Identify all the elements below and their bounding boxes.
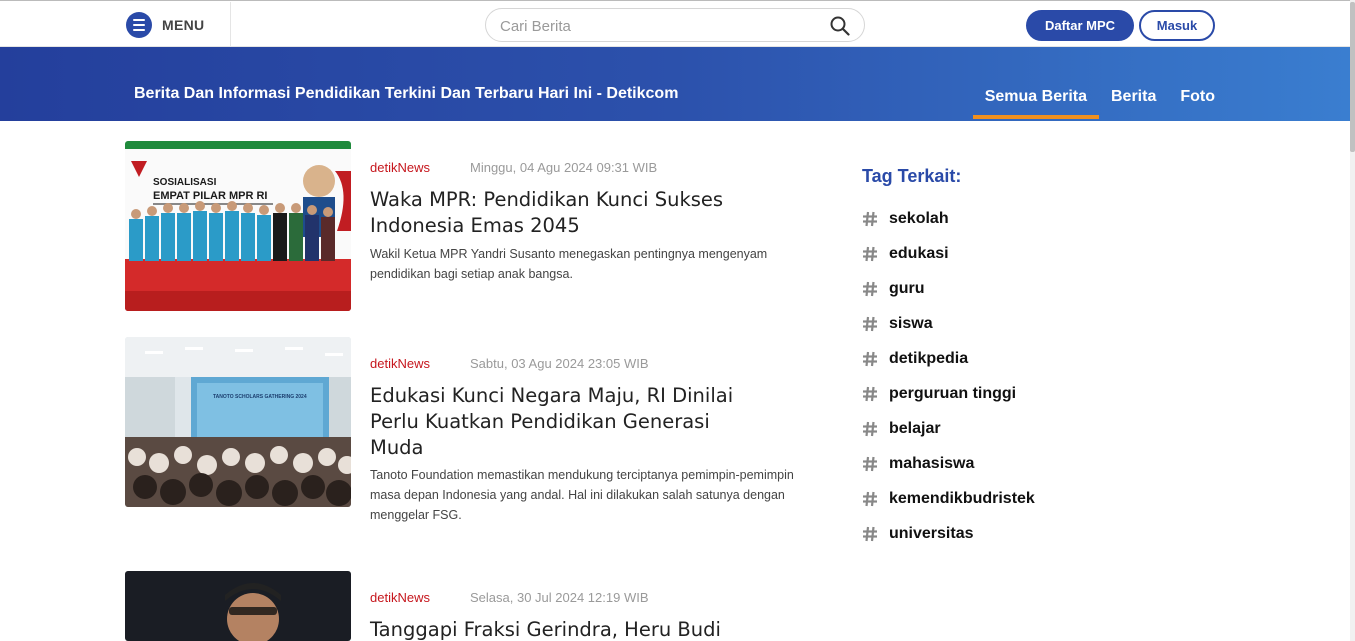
tag-item[interactable]: universitas — [862, 525, 973, 543]
page-title: Berita Dan Informasi Pendidikan Terkini … — [134, 85, 679, 102]
image-caption-1: TANOTO SCHOLARS GATHERING 2024 — [213, 394, 307, 400]
hashtag-icon — [863, 526, 877, 542]
article-thumbnail[interactable] — [125, 571, 351, 641]
tag-label: universitas — [889, 525, 974, 542]
article-date: Minggu, 04 Agu 2024 09:31 WIB — [470, 160, 658, 175]
hashtag-icon — [863, 491, 877, 507]
menu-button[interactable]: MENU — [126, 12, 204, 38]
tag-item[interactable]: edukasi — [862, 245, 949, 263]
article-date: Selasa, 30 Jul 2024 12:19 WIB — [470, 590, 649, 605]
tag-label: detikpedia — [889, 350, 969, 367]
hamburger-icon — [126, 12, 152, 38]
article-image: SOSIALISASI EMPAT PILAR MPR RI — [125, 141, 351, 311]
top-navbar: MENU Daftar MPC Masuk — [0, 0, 1355, 48]
nav-divider — [230, 2, 231, 48]
section-banner: Berita Dan Informasi Pendidikan Terkini … — [0, 47, 1350, 121]
article-image: TANOTO SCHOLARS GATHERING 2024 — [125, 337, 351, 507]
hashtag-icon — [863, 351, 877, 367]
tag-label: perguruan tinggi — [889, 385, 1017, 402]
scrollbar[interactable] — [1350, 0, 1355, 641]
article-source[interactable]: detikNews — [370, 590, 430, 605]
search-input[interactable] — [500, 15, 820, 37]
tag-item[interactable]: detikpedia — [862, 350, 968, 368]
article-meta: detikNews Minggu, 04 Agu 2024 09:31 WIB — [370, 160, 657, 175]
tag-item[interactable]: kemendikbudristek — [862, 490, 1035, 508]
article-meta: detikNews Sabtu, 03 Agu 2024 23:05 WIB — [370, 356, 649, 371]
article-date: Sabtu, 03 Agu 2024 23:05 WIB — [470, 356, 649, 371]
hashtag-icon — [863, 386, 877, 402]
tags-heading: Tag Terkait: — [862, 166, 962, 186]
tag-item[interactable]: mahasiswa — [862, 455, 974, 473]
hashtag-icon — [863, 421, 877, 437]
tag-item[interactable]: belajar — [862, 420, 941, 438]
tab-berita[interactable]: Berita — [1099, 88, 1168, 117]
tag-label: belajar — [889, 420, 941, 437]
tag-label: edukasi — [889, 245, 949, 262]
hashtag-icon — [863, 316, 877, 332]
tag-label: mahasiswa — [889, 455, 975, 472]
tag-label: kemendikbudristek — [889, 490, 1035, 507]
scrollbar-thumb[interactable] — [1350, 2, 1355, 152]
banner-tabs: Semua Berita Berita Foto — [972, 88, 1215, 119]
article-thumbnail[interactable]: TANOTO SCHOLARS GATHERING 2024 — [125, 337, 351, 507]
menu-label: MENU — [162, 17, 205, 33]
hashtag-icon — [863, 281, 877, 297]
tag-label: sekolah — [889, 210, 949, 227]
tag-item[interactable]: sekolah — [862, 210, 949, 228]
masuk-button[interactable]: Masuk — [1139, 10, 1215, 41]
hashtag-icon — [863, 246, 877, 262]
article-title[interactable]: Waka MPR: Pendidikan Kunci Sukses Indone… — [370, 187, 760, 239]
article-source[interactable]: detikNews — [370, 160, 430, 175]
article-source[interactable]: detikNews — [370, 356, 430, 371]
article-title[interactable]: Tanggapi Fraksi Gerindra, Heru Budi — [370, 617, 760, 641]
search-box — [485, 8, 865, 42]
tag-item[interactable]: guru — [862, 280, 925, 298]
article-thumbnail[interactable]: SOSIALISASI EMPAT PILAR MPR RI — [125, 141, 351, 311]
tag-item[interactable]: perguruan tinggi — [862, 385, 1016, 403]
tag-label: siswa — [889, 315, 933, 332]
article-description: Wakil Ketua MPR Yandri Susanto menegaska… — [370, 247, 768, 281]
search-icon[interactable] — [830, 16, 850, 36]
hashtag-icon — [863, 211, 877, 227]
daftar-mpc-button[interactable]: Daftar MPC — [1026, 10, 1134, 41]
image-caption-2: EMPAT PILAR MPR RI — [153, 190, 267, 202]
article-title[interactable]: Edukasi Kunci Negara Maju, RI Dinilai Pe… — [370, 383, 760, 461]
image-caption-1: SOSIALISASI — [153, 177, 217, 188]
tab-semua-berita[interactable]: Semua Berita — [972, 88, 1100, 119]
tab-foto[interactable]: Foto — [1168, 88, 1215, 117]
article-description: Tanoto Foundation memastikan mendukung t… — [370, 468, 794, 522]
tag-label: guru — [889, 280, 925, 297]
article-image — [125, 571, 351, 641]
hashtag-icon — [863, 456, 877, 472]
tag-item[interactable]: siswa — [862, 315, 933, 333]
article-meta: detikNews Selasa, 30 Jul 2024 12:19 WIB — [370, 590, 649, 605]
